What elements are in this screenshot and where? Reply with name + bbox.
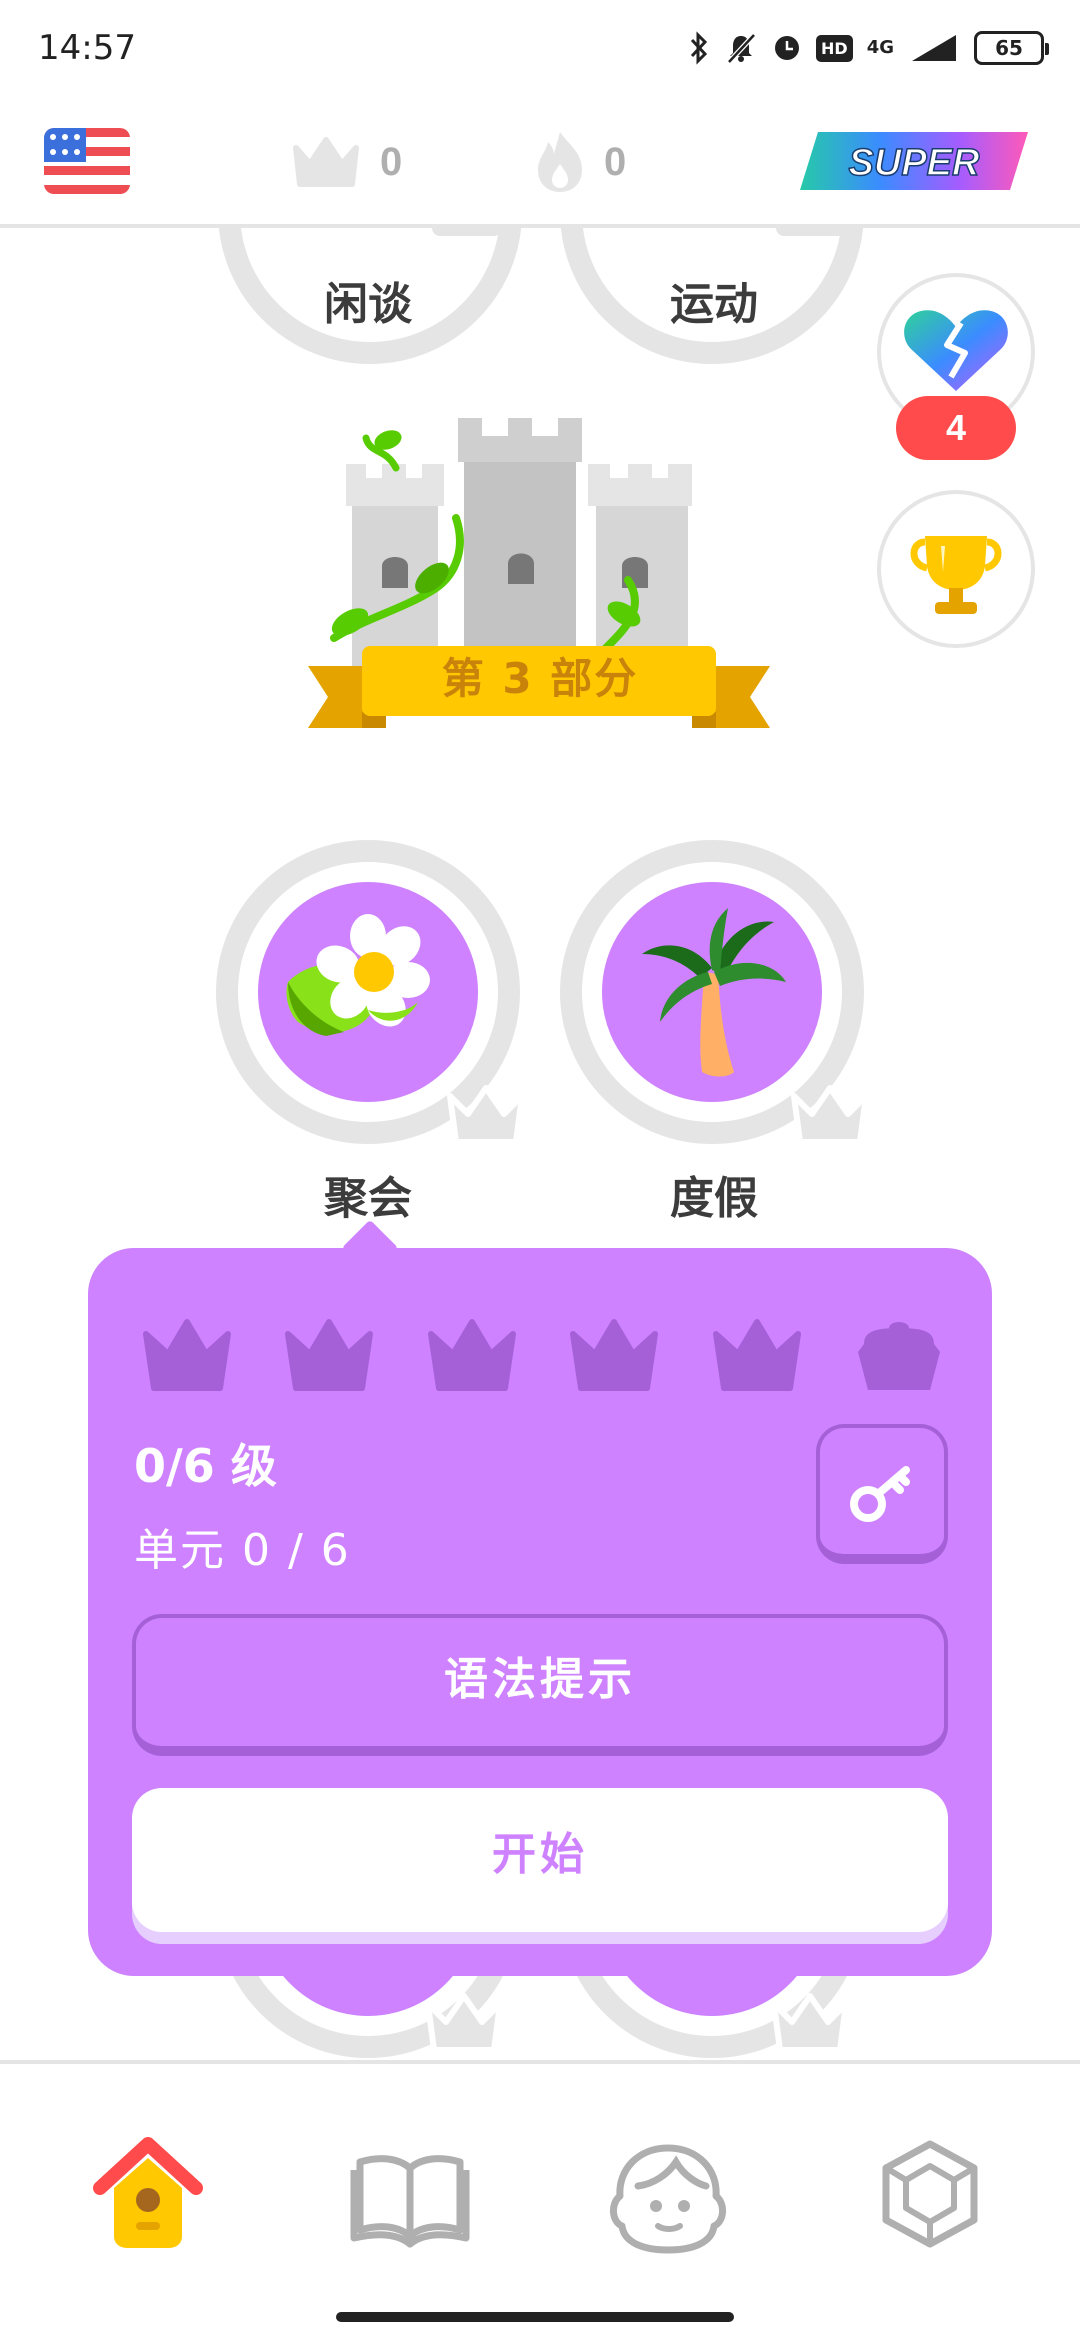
nav-home[interactable] — [78, 2126, 218, 2266]
hd-badge: HD — [816, 34, 853, 62]
skill-label-party: 聚会 — [324, 1173, 412, 1224]
alarm-clock-icon — [775, 36, 800, 60]
level-crown-icon — [712, 1319, 801, 1391]
skill-popup: 0/6 级 单元 0 / 6 语法提示 开始 — [88, 1248, 992, 1976]
battery-icon: 65 — [974, 31, 1049, 65]
skill-label-chat: 闲谈 — [324, 279, 412, 330]
top-bar: 0 0 SUPER — [0, 96, 1080, 228]
profile-icon — [610, 2144, 726, 2254]
shop-gem-icon — [882, 2140, 978, 2248]
crown-badge-icon — [771, 1993, 849, 2053]
crown-icon — [293, 137, 359, 187]
status-icons: HD 4G 65 — [688, 26, 1049, 70]
node-inner — [258, 882, 478, 1102]
book-icon — [350, 2155, 470, 2248]
crown-badge-icon — [791, 1085, 869, 1145]
nav-profile[interactable] — [598, 2126, 738, 2266]
hearts-count: 4 — [896, 396, 1016, 460]
skill-label-vacation: 度假 — [670, 1173, 758, 1224]
section-label: 第 3 部分 — [441, 654, 639, 703]
nav-learn[interactable] — [340, 2126, 480, 2266]
signal-icon — [912, 35, 956, 61]
test-out-key-button[interactable] — [816, 1424, 948, 1564]
streak-flame-icon — [538, 132, 582, 192]
flower-icon — [286, 914, 430, 1036]
leaderboard-button[interactable] — [877, 490, 1035, 648]
super-badge-icon[interactable]: SUPER — [796, 128, 1034, 194]
level-crown-icon — [143, 1319, 231, 1391]
us-flag-icon[interactable] — [44, 128, 130, 194]
bluetooth-icon — [690, 31, 708, 65]
nav-shop[interactable] — [860, 2126, 1000, 2266]
grammar-tips-button[interactable]: 语法提示 — [132, 1614, 948, 1756]
skill-label-sports: 运动 — [670, 279, 758, 330]
key-icon — [850, 1466, 910, 1522]
legendary-trophy-icon — [857, 1322, 940, 1390]
level-crown-icon — [285, 1319, 374, 1391]
crowns-stat[interactable]: 0 — [290, 132, 402, 192]
level-crown-icon — [427, 1319, 516, 1391]
crowns-count: 0 — [380, 139, 403, 184]
palm-tree-icon — [642, 908, 786, 1077]
crown-badge-partial-2 — [776, 228, 846, 236]
super-label: SUPER — [849, 142, 980, 184]
level-crowns-row — [138, 1310, 948, 1396]
bottom-nav — [0, 2060, 1080, 2340]
streak-stat[interactable]: 0 — [534, 132, 626, 192]
level-crown-icon — [570, 1319, 659, 1391]
status-bar: 14:57 HD 4G 65 — [0, 0, 1080, 96]
node-inner — [602, 882, 822, 1102]
crown-badge-icon — [425, 1993, 503, 2053]
crown-badge-icon — [447, 1085, 525, 1145]
mute-icon — [727, 33, 756, 64]
status-time: 14:57 — [38, 28, 136, 68]
level-progress: 0/6 级 — [134, 1439, 277, 1493]
crown-badge-partial-1 — [432, 228, 502, 236]
streak-count: 0 — [604, 139, 627, 184]
skill-node-party[interactable] — [216, 840, 525, 1145]
unit-progress: 单元 0 / 6 — [134, 1525, 351, 1576]
trophy-icon — [910, 536, 1002, 614]
network-type: 4G — [866, 37, 894, 58]
home-icon — [93, 2137, 203, 2248]
start-button[interactable]: 开始 — [132, 1788, 948, 1932]
skill-node-vacation[interactable] — [560, 840, 869, 1145]
home-indicator[interactable] — [336, 2312, 734, 2322]
